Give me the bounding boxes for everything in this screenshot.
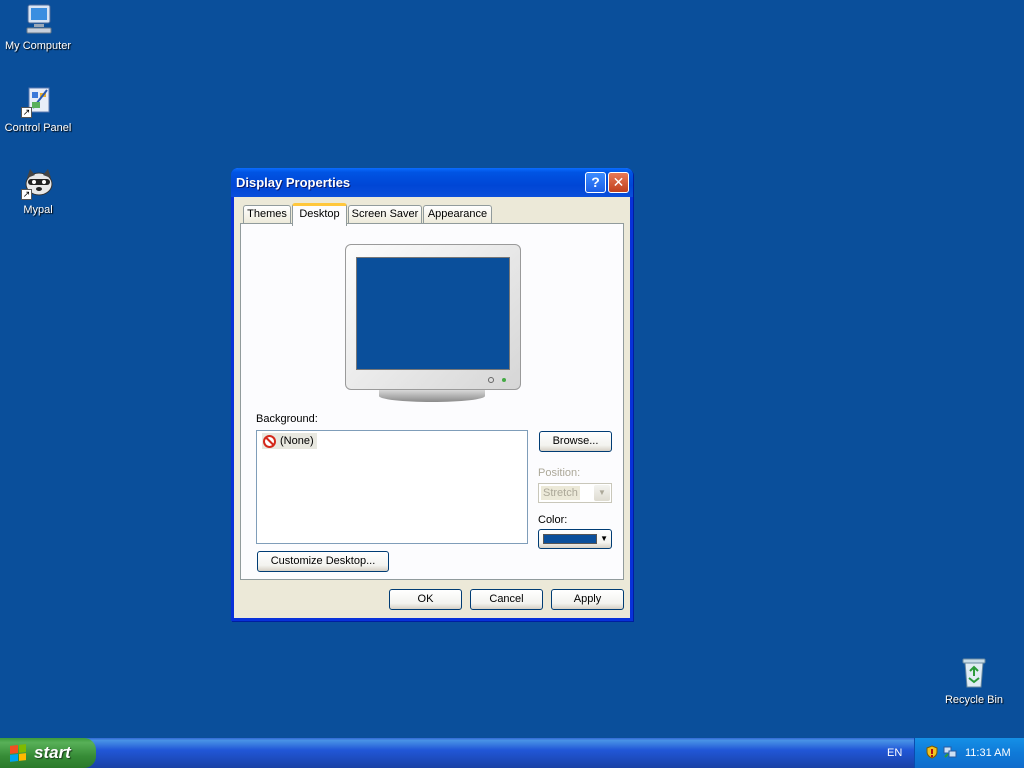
dialog-title: Display Properties [236, 175, 351, 190]
mypal-raccoon-icon: ↗ [21, 166, 55, 200]
customize-desktop-button[interactable]: Customize Desktop... [257, 551, 389, 572]
tab-themes[interactable]: Themes [243, 205, 291, 224]
desktop-icon-recycle-bin[interactable]: Recycle Bin [934, 656, 1014, 706]
shortcut-arrow-icon: ↗ [21, 107, 32, 118]
desktop-icon-control-panel[interactable]: ↗ Control Panel [0, 84, 78, 134]
windows-logo-icon [10, 744, 26, 762]
system-tray: 11:31 AM [914, 738, 1024, 768]
my-computer-icon [21, 2, 55, 36]
desktop-icon-label: Control Panel [4, 122, 72, 134]
start-label: start [34, 743, 71, 762]
security-shield-icon[interactable] [925, 745, 939, 759]
chevron-down-icon: ▼ [594, 485, 610, 501]
network-connection-icon[interactable] [943, 745, 957, 759]
monitor-preview-screen [356, 257, 510, 370]
tab-screen-saver[interactable]: Screen Saver [348, 205, 422, 224]
color-label: Color: [538, 514, 568, 526]
apply-button[interactable]: Apply [551, 589, 624, 610]
clock[interactable]: 11:31 AM [965, 747, 1011, 759]
no-entry-icon [263, 434, 276, 448]
control-panel-icon: ↗ [21, 84, 55, 118]
language-indicator[interactable]: EN [887, 747, 902, 759]
dropdown-arrow-icon: ▼ [600, 534, 608, 543]
recycle-bin-icon [957, 656, 991, 690]
monitor-stand [379, 390, 485, 402]
cancel-button[interactable]: Cancel [470, 589, 543, 610]
monitor-power-button-icon [488, 377, 494, 383]
display-properties-dialog: Display Properties ? ✕ Themes Desktop Sc… [231, 168, 633, 621]
browse-button[interactable]: Browse... [539, 431, 612, 452]
color-picker-button[interactable]: ▼ [538, 529, 612, 549]
shortcut-arrow-icon: ↗ [21, 189, 32, 200]
list-item[interactable]: (None) [262, 433, 317, 449]
help-button[interactable]: ? [585, 172, 606, 193]
desktop-icon-label: My Computer [4, 40, 72, 52]
monitor-led-icon [502, 378, 506, 382]
dialog-titlebar[interactable]: Display Properties ? ✕ [231, 168, 633, 197]
desktop-icon-label: Mypal [23, 204, 53, 216]
color-swatch [543, 534, 597, 544]
background-label: Background: [256, 413, 318, 425]
taskbar: start EN 11:31 AM [0, 738, 1024, 768]
tab-appearance[interactable]: Appearance [423, 205, 492, 224]
tab-desktop[interactable]: Desktop [292, 203, 347, 226]
position-select[interactable]: Stretch ▼ [538, 483, 612, 503]
position-value: Stretch [541, 486, 580, 500]
background-listbox[interactable]: (None) [256, 430, 528, 544]
close-button[interactable]: ✕ [608, 172, 629, 193]
desktop-tab-panel: Background: (None) Browse... Position: S… [240, 223, 624, 580]
desktop-icon-mypal[interactable]: ↗ Mypal [0, 166, 78, 216]
monitor-preview [345, 244, 521, 390]
ok-button[interactable]: OK [389, 589, 462, 610]
start-button[interactable]: start [0, 738, 96, 768]
desktop-icon-my-computer[interactable]: My Computer [0, 2, 78, 52]
list-item-label: (None) [280, 435, 314, 447]
desktop-icon-label: Recycle Bin [944, 694, 1004, 706]
position-label: Position: [538, 467, 581, 479]
